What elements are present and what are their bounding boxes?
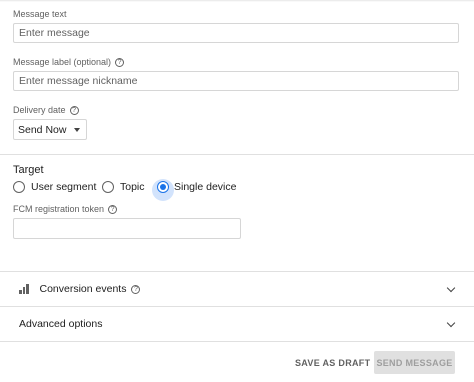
radio-button-checked[interactable] [157,181,169,193]
message-text-input[interactable] [13,23,459,43]
delivery-date-select[interactable]: Send Now [13,119,87,140]
target-title: Target [13,164,44,176]
message-details-card: Message text Message label (optional) ? … [0,0,474,155]
fcm-token-input[interactable] [13,218,241,239]
radio-dot [160,184,166,190]
save-as-draft-button[interactable]: SAVE AS DRAFT [295,358,370,368]
radio-button[interactable] [13,181,25,193]
message-label-input[interactable] [13,71,459,91]
radio-user-segment[interactable]: User segment [13,181,96,193]
advanced-options-expander[interactable]: Advanced options [0,306,474,341]
help-icon[interactable]: ? [115,57,125,67]
fcm-token-label: FCM registration token ? [13,204,118,214]
conversion-events-expander[interactable]: Conversion events ? [0,271,474,306]
compose-message-form: Message text Message label (optional) ? … [0,0,474,382]
bar-chart-icon [19,284,29,294]
dropdown-arrow-icon [74,127,80,132]
delivery-date-label: Delivery date ? [13,105,79,115]
radio-topic[interactable]: Topic [102,181,145,193]
help-icon[interactable]: ? [108,204,118,214]
send-message-button[interactable]: SEND MESSAGE [374,351,455,374]
radio-button[interactable] [102,181,114,193]
radio-single-device[interactable]: Single device [157,181,236,193]
help-icon[interactable]: ? [131,284,141,294]
chevron-down-icon[interactable] [446,318,456,328]
message-label-label: Message label (optional) ? [13,57,125,67]
top-shadow [0,0,474,2]
chevron-down-icon[interactable] [446,283,456,293]
message-text-label: Message text [13,9,67,19]
help-icon[interactable]: ? [69,105,79,115]
